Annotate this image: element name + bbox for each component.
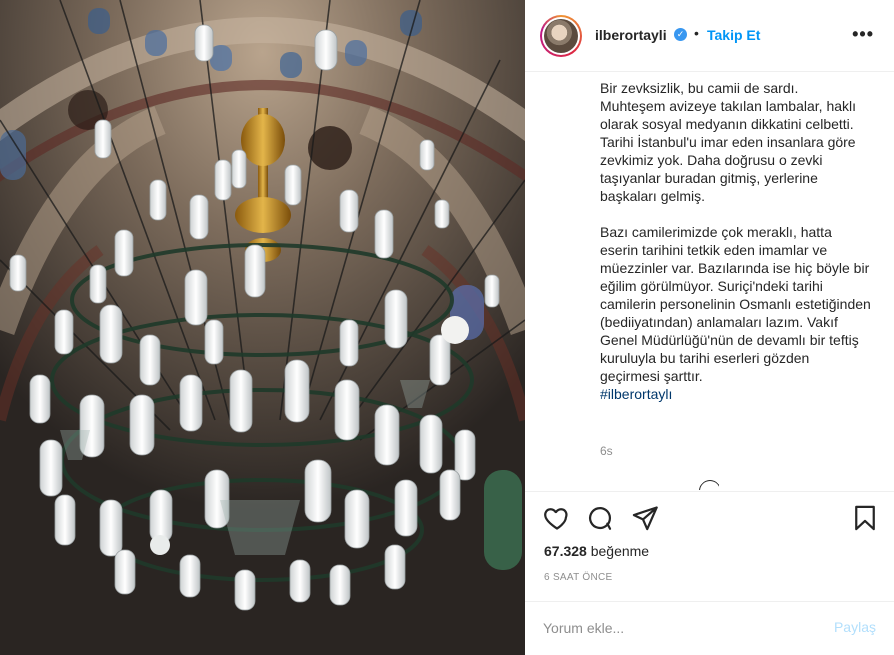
heart-icon[interactable]: [543, 504, 571, 532]
likes-count[interactable]: 67.328 beğenme: [544, 543, 649, 559]
bookmark-icon[interactable]: [851, 504, 879, 532]
chandelier-image: [0, 0, 525, 655]
comment-bar: Paylaş: [525, 601, 894, 655]
more-options-icon[interactable]: •••: [852, 24, 874, 45]
follow-button[interactable]: Takip Et: [707, 27, 760, 43]
hashtag-link[interactable]: #ilberortaylı: [600, 385, 872, 403]
paper-plane-icon[interactable]: [631, 504, 659, 532]
caption-text-block: Bir zevksizlik, bu camii de sardı. Muhte…: [600, 72, 872, 421]
likes-number: 67.328: [544, 543, 587, 559]
comment-icon[interactable]: [586, 504, 614, 532]
caption-scroll-area[interactable]: Bir zevksizlik, bu camii de sardı. Muhte…: [600, 72, 880, 484]
post-timestamp[interactable]: 6 SAAT ÖNCE: [544, 572, 613, 583]
post-actions: 67.328 beğenme 6 SAAT ÖNCE: [525, 491, 894, 601]
avatar-photo: [544, 19, 578, 53]
caption-text: Bir zevksizlik, bu camii de sardı. Muhte…: [600, 80, 871, 384]
username-link[interactable]: ilberortayli: [595, 27, 667, 43]
post-side-panel: ilberortayli ✓ • Takip Et ••• Bir zevksi…: [525, 0, 894, 655]
comment-input[interactable]: [543, 616, 813, 640]
verified-badge-icon: ✓: [674, 28, 687, 41]
post-comment-button[interactable]: Paylaş: [834, 619, 876, 635]
header-separator: •: [694, 25, 699, 41]
caption-relative-time: 6s: [600, 444, 613, 458]
post-photo[interactable]: [0, 0, 525, 655]
avatar[interactable]: [540, 15, 582, 57]
loading-spinner-icon: [699, 480, 719, 490]
post-header: ilberortayli ✓ • Takip Et •••: [525, 0, 894, 72]
likes-word: beğenme: [586, 543, 650, 559]
